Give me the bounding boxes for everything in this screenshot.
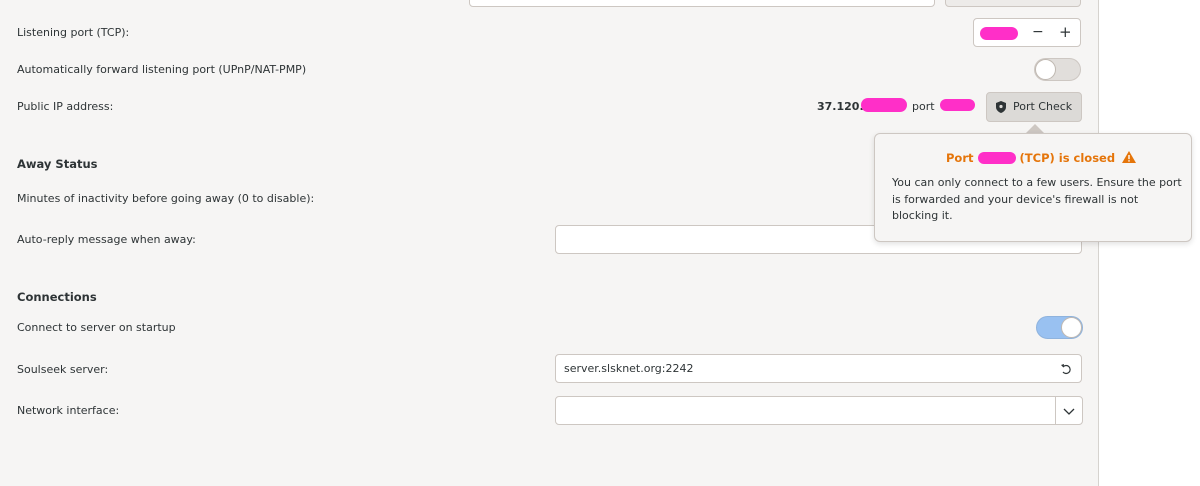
popover-body: You can only connect to a few users. Ens… [892, 176, 1182, 222]
listening-port-label: Listening port (TCP): [17, 26, 130, 39]
popover-title-prefix: Port [946, 151, 974, 165]
autoreply-label: Auto-reply message when away: [17, 233, 196, 246]
public-ip-value: 37.120. [817, 100, 864, 113]
warning-icon [1122, 151, 1137, 166]
port-check-label: Port Check [1013, 100, 1073, 113]
connect-startup-label: Connect to server on startup [17, 321, 176, 334]
server-label: Soulseek server: [17, 363, 109, 376]
popover-title: Port (TCP) is closed [946, 151, 1137, 166]
panel-divider [1098, 0, 1099, 486]
redaction-mark [977, 151, 1016, 164]
connections-heading: Connections [17, 290, 97, 304]
upnp-label: Automatically forward listening port (UP… [17, 63, 307, 76]
port-check-button[interactable]: Port Check [986, 92, 1082, 122]
chevron-down-icon [1063, 406, 1075, 419]
decrease-button[interactable]: − [1032, 24, 1044, 40]
increase-button[interactable]: + [1059, 23, 1072, 41]
switch-knob [1061, 317, 1082, 338]
port-check-popover: Port (TCP) is closed You can only connec… [874, 133, 1192, 242]
shield-icon [996, 101, 1006, 113]
inactivity-label: Minutes of inactivity before going away … [17, 192, 315, 205]
redaction-mark [861, 98, 907, 112]
redaction-mark [980, 27, 1018, 40]
switch-knob [1035, 59, 1056, 80]
window-background [1098, 0, 1200, 486]
listening-port-spinbutton[interactable]: − + [973, 18, 1081, 47]
interface-dropdown-button[interactable] [1055, 396, 1083, 425]
server-input[interactable]: server.slsknet.org:2242 [555, 354, 1082, 383]
reset-icon[interactable] [1060, 363, 1072, 375]
interface-combobox[interactable] [555, 396, 1083, 425]
top-entry[interactable] [469, 0, 935, 7]
port-word: port [912, 100, 935, 113]
away-status-heading: Away Status [17, 157, 98, 171]
interface-label: Network interface: [17, 404, 120, 417]
connect-startup-switch[interactable] [1036, 316, 1083, 339]
upnp-switch[interactable] [1034, 58, 1081, 81]
popover-title-suffix: (TCP) is closed [1019, 151, 1116, 165]
redaction-mark [940, 99, 975, 111]
top-button[interactable] [945, 0, 1081, 7]
server-value: server.slsknet.org:2242 [564, 362, 694, 375]
public-ip-label: Public IP address: [17, 100, 114, 113]
